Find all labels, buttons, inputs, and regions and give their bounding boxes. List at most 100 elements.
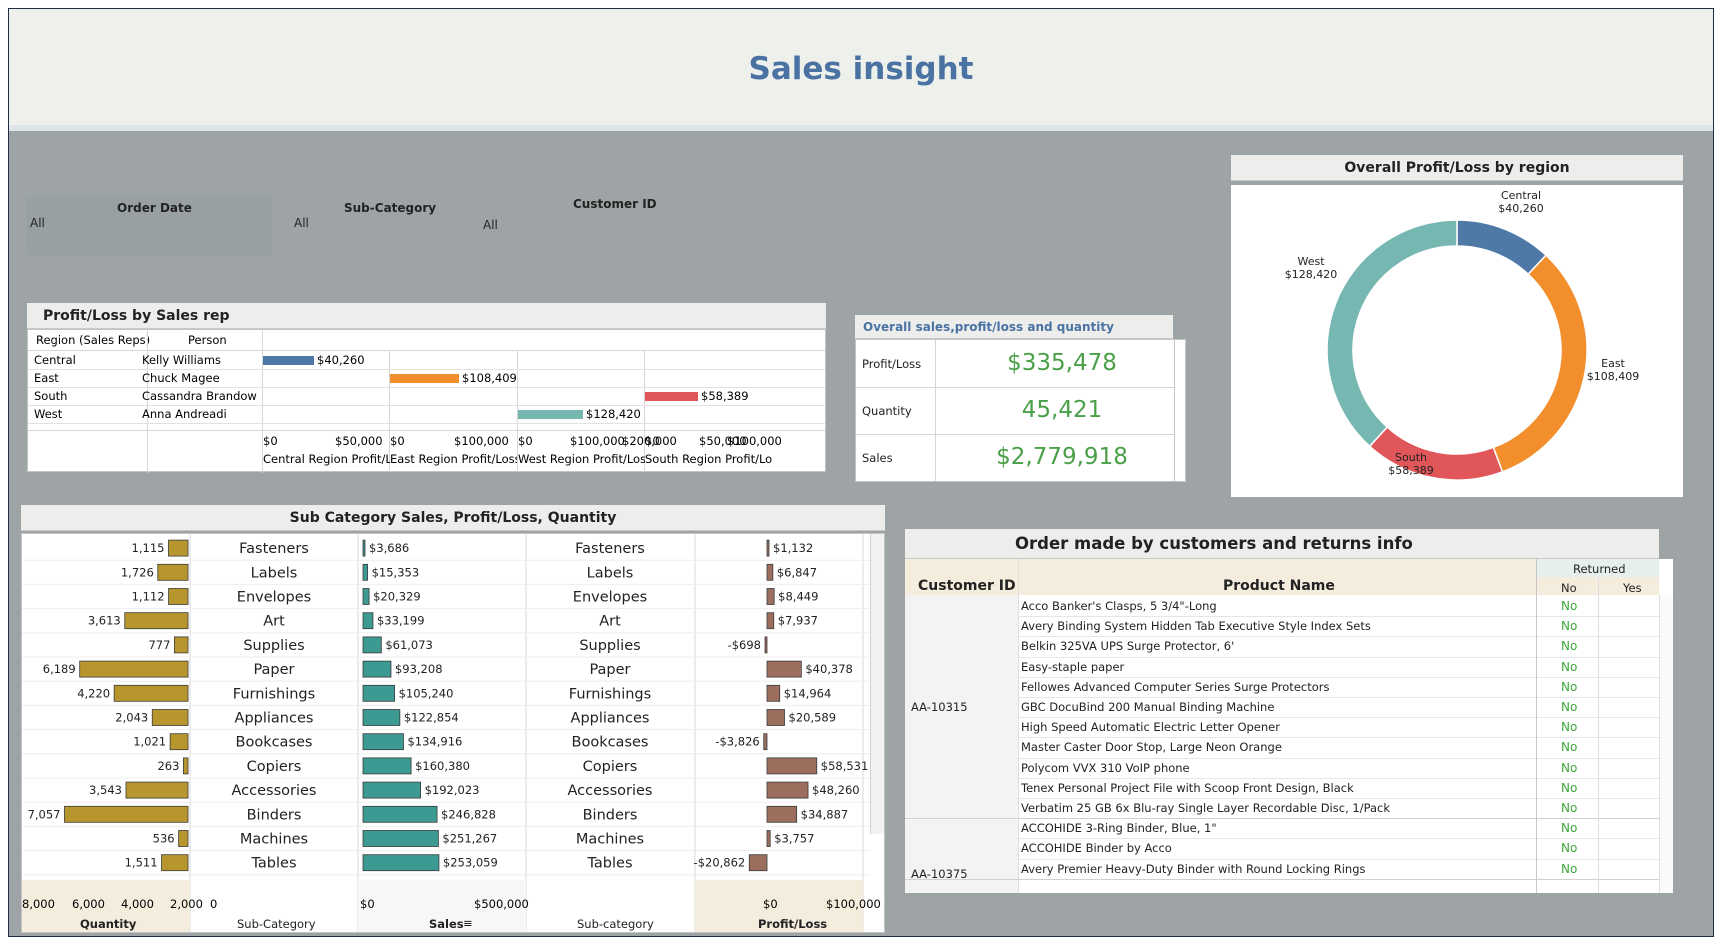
donut-label-name: West — [1297, 255, 1325, 268]
profit-bar-label: $6,847 — [777, 565, 817, 579]
returned-column-header: Returned — [1573, 562, 1626, 576]
sales-axis-title: Sales — [429, 917, 464, 931]
kpi-sales-label: Sales — [862, 451, 893, 465]
order-returned-no: No — [1561, 821, 1578, 836]
sales-rep-region: Central — [34, 353, 76, 367]
kpi-profit-label: Profit/Loss — [862, 357, 922, 371]
sub-category-label: Paper — [253, 662, 294, 678]
order-date-filter[interactable]: Order Date All — [27, 197, 272, 255]
sub-category-label-2: Art — [599, 614, 621, 630]
sales-bar — [362, 539, 366, 557]
divider — [28, 387, 825, 388]
divider — [1018, 858, 1659, 860]
donut-label-name: South — [1395, 451, 1427, 464]
quantity-bar-label: 1,021 — [133, 735, 166, 749]
quantity-bar — [174, 636, 189, 654]
sales-bar — [362, 588, 370, 605]
sub-category-filter[interactable]: Sub-Category All — [294, 197, 474, 237]
sales-bar — [362, 709, 401, 726]
order-product-name: Acco Banker's Clasps, 5 3/4"-Long — [1021, 599, 1217, 613]
sub-category-label: Envelopes — [237, 590, 311, 606]
sales-bar — [362, 781, 422, 799]
profit-bar — [766, 539, 770, 557]
quantity-bar-label: 536 — [153, 832, 175, 846]
order-product-name: ACCOHIDE Binder by Acco — [1021, 841, 1172, 856]
sub-category-label: Supplies — [243, 638, 304, 654]
customer-id-filter[interactable]: Customer ID All — [483, 193, 663, 233]
sub-category-axis-title: Sub-Category — [237, 917, 316, 931]
divider — [856, 434, 1174, 435]
profit-bar-label: $34,887 — [801, 807, 849, 821]
sub-category-label: Copiers — [247, 759, 302, 775]
kpi-card: Profit/Loss $335,478 Quantity 45,421 Sal… — [855, 339, 1186, 482]
profit-axis-title: Profit/Loss — [758, 917, 828, 931]
profit-bar — [766, 830, 771, 847]
sub-category-label: Fasteners — [239, 541, 309, 557]
vertical-scrollbar[interactable] — [870, 534, 884, 834]
returned-no-header: No — [1561, 581, 1577, 595]
sub-category-value[interactable]: All — [294, 216, 309, 230]
quantity-bar — [168, 588, 189, 605]
divider — [1018, 798, 1659, 799]
quantity-bar-label: 3,613 — [88, 614, 121, 628]
profit-bar — [764, 636, 768, 654]
divider — [1018, 757, 1659, 759]
divider — [1018, 838, 1659, 840]
sales-bar-label: $246,828 — [441, 807, 496, 821]
sales-rep-person: Chuck Magee — [142, 371, 220, 385]
profit-bar — [766, 805, 798, 823]
sales-bar — [362, 854, 440, 872]
profit-bar — [748, 854, 768, 872]
sales-rep-bar — [390, 374, 459, 383]
order-returned-no: No — [1561, 639, 1578, 654]
quantity-axis-tick: 0 — [210, 897, 218, 911]
sub-category-svg: 1,115 Fasteners Fasteners $3,686 $1,132 1,726… — [22, 534, 870, 932]
sub-category-label-2: Binders — [583, 807, 638, 823]
profit-bar-label: $3,757 — [774, 832, 814, 846]
vertical-scrollbar[interactable] — [1659, 595, 1673, 893]
orders-title: Order made by customers and returns info — [905, 529, 1659, 559]
sub-category-label-2: Labels — [587, 565, 634, 581]
sales-rep-axis-tick: $0 — [645, 434, 660, 448]
profit-axis-tick: $100,000 — [826, 897, 881, 911]
donut-label-value: $58,389 — [1388, 464, 1434, 477]
quantity-bar — [64, 805, 189, 823]
customer-column-bg — [905, 595, 1018, 893]
order-product-name: Master Caster Door Stop, Large Neon Oran… — [1021, 740, 1282, 755]
profit-bar-label: $1,132 — [773, 541, 813, 555]
quantity-axis-title: Quantity — [80, 917, 137, 931]
sub-category-label: Tables — [250, 856, 296, 872]
quantity-bar — [157, 563, 189, 581]
divider — [28, 430, 825, 431]
quantity-bar — [168, 539, 189, 557]
kpi-quantity-label: Quantity — [862, 404, 912, 418]
returned-yes-header: Yes — [1623, 581, 1642, 595]
profit-bar — [766, 563, 774, 581]
order-date-value[interactable]: All — [30, 216, 45, 230]
order-product-name: Belkin 325VA UPS Surge Protector, 6' — [1021, 639, 1235, 654]
profit-bar-label: -$20,862 — [694, 856, 746, 870]
sales-rep-bar — [263, 356, 314, 365]
sales-rep-axis-label: South Region Profit/Loss — [645, 452, 772, 466]
order-returned-no: No — [1561, 679, 1578, 694]
sales-bar — [362, 830, 439, 847]
sales-axis-tick: $500,000 — [474, 897, 529, 911]
profit-bar-label: $40,378 — [805, 662, 853, 676]
quantity-bar-label: 1,115 — [132, 541, 165, 555]
order-product-name: Fellowes Advanced Computer Series Surge … — [1021, 679, 1330, 694]
sales-rep-title: Profit/Loss by Sales rep — [27, 303, 826, 329]
customer-id-value[interactable]: All — [483, 218, 498, 232]
profit-bar — [766, 709, 785, 726]
sort-icon[interactable]: ≡ — [463, 916, 473, 930]
sub-category-label-2: Appliances — [571, 711, 650, 727]
sub-category-label-2: Tables — [586, 856, 632, 872]
dashboard-frame: Sales insight Order Date All Sub-Categor… — [8, 8, 1714, 937]
sales-rep-region: South — [34, 389, 68, 403]
sub-category-axis-title-2: Sub-category — [577, 917, 654, 931]
sales-rep-axis-label: Central Region Profit/Lo.. — [263, 452, 390, 466]
divider — [1018, 697, 1659, 698]
divider — [1018, 737, 1659, 739]
quantity-bar-label: 263 — [157, 759, 179, 773]
order-returned-no: No — [1561, 841, 1578, 856]
sales-bar — [362, 612, 374, 630]
